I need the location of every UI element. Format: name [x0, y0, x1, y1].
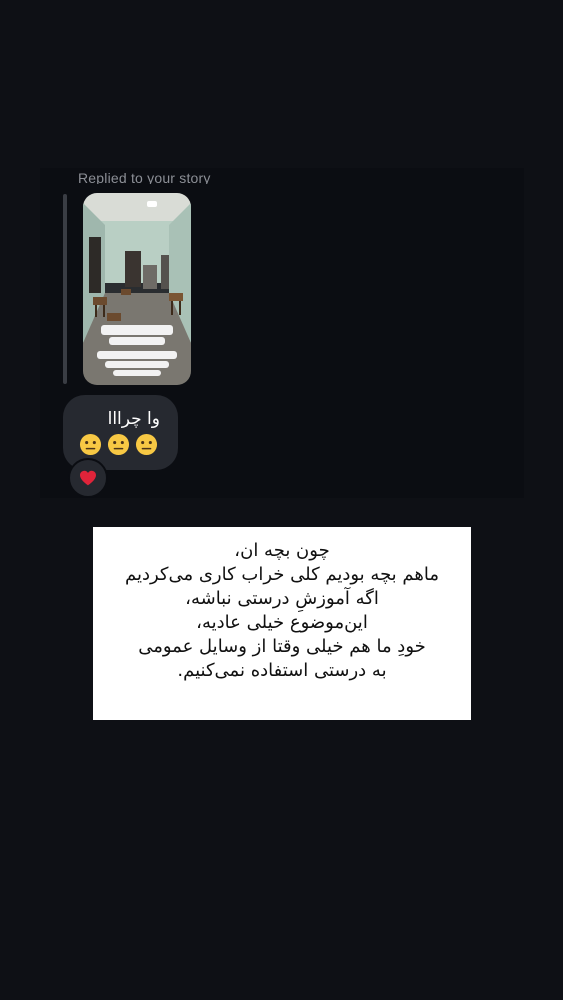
caption-line: خودِ ما هم خیلی وقتا از وسایل عمومی [138, 636, 426, 657]
story-thumbnail[interactable] [83, 193, 191, 385]
story-caption: چون بچه ان، ماهم بچه بودیم کلی خراب کاری… [93, 527, 471, 720]
classroom-photo [83, 193, 191, 385]
caption-line: به درستی استفاده نمی‌کنیم. [177, 660, 387, 681]
message-text: وا چرااا [107, 409, 160, 429]
neutral-face-icon [79, 433, 102, 456]
heart-reaction[interactable] [68, 458, 108, 498]
chat-screenshot: Replied to your story وا چرااا [40, 168, 524, 498]
caption-line: چون بچه ان، [234, 540, 330, 561]
caption-line: ماهم بچه بودیم کلی خراب کاری می‌کردیم [124, 564, 440, 585]
caption-line: اگه آموزشِ درستی نباشه، [185, 588, 379, 609]
neutral-face-icon [135, 433, 158, 456]
story-screen: Replied to your story وا چرااا چون بچه ا… [0, 0, 563, 1000]
caption-line: این‌موضوع خیلی عادیه، [196, 612, 368, 633]
red-heart-icon [80, 470, 96, 486]
replied-to-story-label: Replied to your story [78, 170, 211, 184]
reply-indicator-bar [63, 194, 67, 384]
emoji-row [79, 433, 158, 456]
neutral-face-icon [107, 433, 130, 456]
